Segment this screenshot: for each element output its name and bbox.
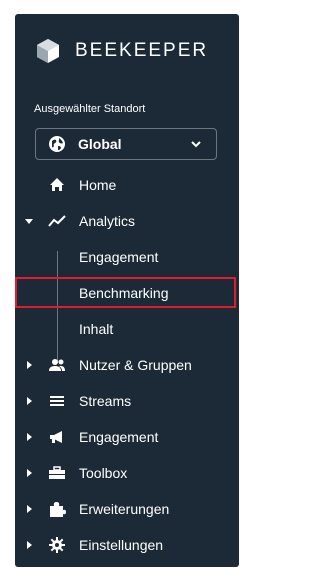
caret-right-icon <box>27 433 32 441</box>
chevron-down-icon <box>191 141 201 148</box>
puzzle-icon <box>50 502 66 517</box>
highlight-box <box>15 277 236 308</box>
caret-right-icon <box>27 469 32 477</box>
users-icon <box>49 359 65 371</box>
home-icon <box>50 178 64 191</box>
nav-label-engagement: Engagement <box>79 429 159 445</box>
brand-name: BEEKEEPER <box>75 40 209 61</box>
caret-down-icon <box>25 219 33 224</box>
location-label: Ausgewählter Standort <box>34 103 146 115</box>
caret-right-icon <box>27 505 32 513</box>
nav-label-analytics: Analytics <box>79 213 136 229</box>
nav-label-nutzer-gruppen: Nutzer & Gruppen <box>79 357 192 373</box>
sidebar: BEEKEEPER Ausgewählter Standort Global H… <box>15 14 239 567</box>
nav-label-toolbox: Toolbox <box>79 465 128 481</box>
nav-item-einstellungen[interactable]: Einstellungen <box>15 527 239 563</box>
megaphone-icon <box>50 431 62 443</box>
nav-item-erweiterungen[interactable]: Erweiterungen <box>15 491 239 527</box>
location-value: Global <box>78 136 122 152</box>
nav-label-streams: Streams <box>79 393 132 409</box>
location-select[interactable]: Global <box>35 128 217 160</box>
nav-item-toolbox[interactable]: Toolbox <box>15 455 239 491</box>
beekeeper-logo-icon <box>37 39 59 63</box>
caret-right-icon <box>27 541 32 549</box>
nav-item-engagement[interactable]: Engagement <box>15 419 239 455</box>
globe-icon <box>49 136 65 152</box>
caret-right-icon <box>27 397 32 405</box>
nav-sublabel-engagement: Engagement <box>79 249 159 265</box>
nav-label-einstellungen: Einstellungen <box>79 537 164 553</box>
nav-subitem-engagement[interactable]: Engagement <box>15 239 239 275</box>
nav-subitem-inhalt[interactable]: Inhalt <box>15 311 239 347</box>
nav-label-home: Home <box>79 177 117 193</box>
toolbox-icon <box>49 466 65 479</box>
caret-right-icon <box>27 361 32 369</box>
chart-line-icon <box>48 215 66 227</box>
gear-icon <box>49 537 65 553</box>
nav-item-nutzer-gruppen[interactable]: Nutzer & Gruppen <box>15 347 239 383</box>
nav-sublabel-inhalt: Inhalt <box>79 321 114 337</box>
list-icon <box>50 396 64 406</box>
nav-item-streams[interactable]: Streams <box>15 383 239 419</box>
nav-item-home[interactable]: Home <box>15 167 239 203</box>
nav-label-erweiterungen: Erweiterungen <box>79 501 170 517</box>
brand[interactable]: BEEKEEPER <box>35 38 208 64</box>
nav-item-analytics[interactable]: Analytics <box>15 203 239 239</box>
